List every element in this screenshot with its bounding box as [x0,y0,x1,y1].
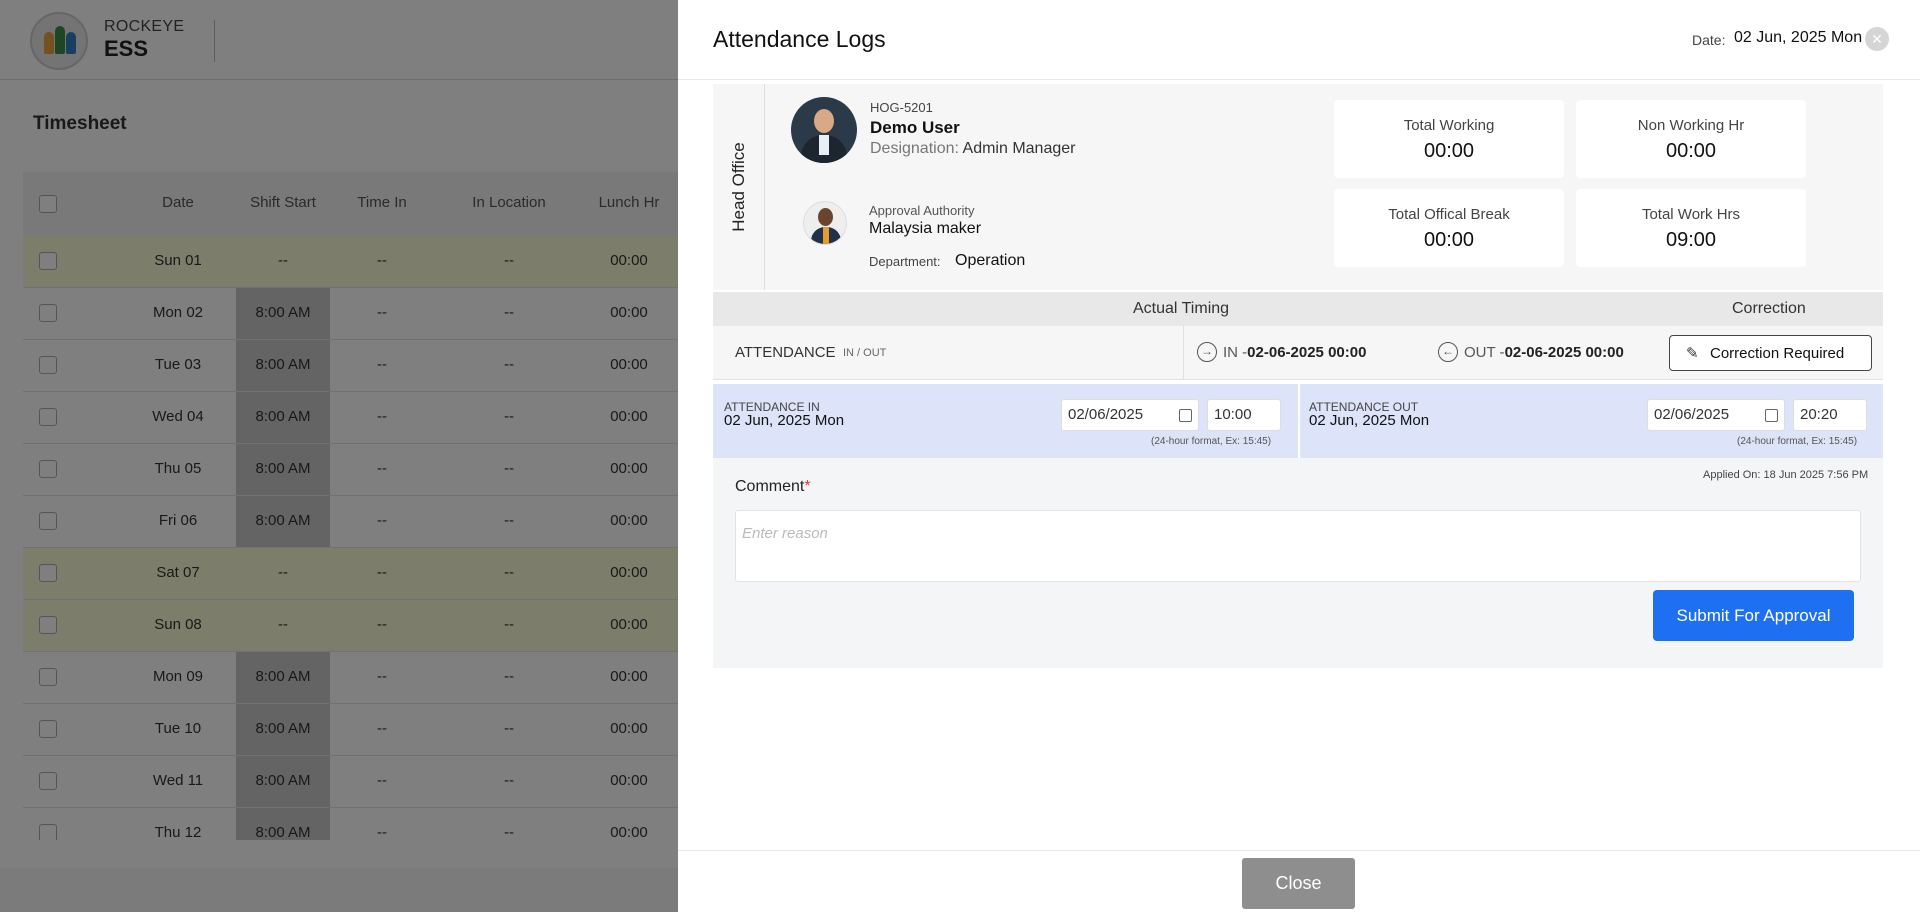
date-input-value: 02/06/2025 [1654,406,1730,423]
comment-textarea[interactable]: Enter reason [735,510,1861,582]
correction-button-label: Correction Required [1710,344,1845,362]
approval-authority-label: Approval Authority [869,203,975,218]
in-value: 02-06-2025 00:00 [1247,344,1367,361]
stat-non-working-hr: Non Working Hr 00:00 [1576,100,1806,178]
comment-placeholder: Enter reason [742,525,828,542]
timing-header: Actual Timing Correction [713,292,1883,326]
attendance-in-date-input[interactable]: 02/06/2025 [1061,399,1199,431]
stat-label: Total Working [1403,117,1495,134]
pencil-icon: ✎ [1686,345,1699,362]
edit-row-separator [1298,384,1300,458]
date-value: 02 Jun, 2025 Mon [1734,29,1863,46]
required-mark: * [804,478,811,495]
employee-name: Demo User [870,118,960,137]
comment-section: Applied On: 18 Jun 2025 7:56 PM Comment*… [713,458,1883,668]
modal-title: Attendance Logs [713,26,886,52]
format-hint: (24-hour format, Ex: 15:45) [1151,436,1272,447]
department-group-label: Head Office [713,84,765,290]
format-hint: (24-hour format, Ex: 15:45) [1737,436,1858,447]
in-prefix: IN - [1223,344,1248,361]
employee-avatar [791,97,857,163]
department-group-text: Head Office [729,142,748,232]
attendance-row: ATTENDANCE IN / OUT → IN -02-06-2025 00:… [713,326,1883,380]
stat-label: Total Work Hrs [1641,206,1741,223]
submit-for-approval-button[interactable]: Submit For Approval [1653,590,1854,641]
attendance-logs-modal: Attendance Logs Date: 02 Jun, 2025 Mon ✕… [678,0,1920,912]
time-input-value: 10:00 [1214,406,1252,423]
attendance-in-time-input[interactable]: 10:00 [1207,399,1281,431]
applied-on-text: Applied On: 18 Jun 2025 7:56 PM [1703,469,1869,481]
calendar-icon[interactable] [1179,409,1192,422]
approver-avatar [803,201,847,245]
attendance-sub-label: IN / OUT [843,347,887,359]
department-value: Operation [955,252,1026,269]
correction-edit-row: ATTENDANCE IN 02 Jun, 2025 Mon 02/06/202… [713,384,1883,458]
out-value: 02-06-2025 00:00 [1504,344,1624,361]
employee-code: HOG-5201 [870,100,933,115]
stat-value: 00:00 [1423,140,1475,162]
comment-label-text: Comment [735,478,805,495]
attendance-in-date-display: 02 Jun, 2025 Mon [724,412,845,429]
designation-label: Designation: [870,140,959,157]
actual-in-time: IN -02-06-2025 00:00 [1223,344,1366,361]
actual-out-time: OUT -02-06-2025 00:00 [1464,344,1624,361]
department-label: Department: [869,254,941,269]
correction-label: Correction [1732,300,1806,317]
attendance-out-date-input[interactable]: 02/06/2025 [1647,399,1785,431]
stat-value: 09:00 [1665,229,1717,251]
modal-header: Attendance Logs Date: 02 Jun, 2025 Mon ✕ [678,0,1920,80]
stat-value: 00:00 [1665,140,1717,162]
attendance-out-time-input[interactable]: 20:20 [1793,399,1867,431]
date-label: Date: [1692,32,1726,48]
stat-label: Total Offical Break [1388,206,1510,223]
close-icon[interactable]: ✕ [1865,27,1889,51]
close-button[interactable]: Close [1242,858,1355,909]
employee-card: Head Office HOG-5201 Demo User Designati… [713,84,1883,290]
actual-timing-label: Actual Timing [1133,300,1230,317]
designation-value: Admin Manager [962,140,1076,157]
modal-footer: Close [678,850,1920,912]
stat-total-work-hrs: Total Work Hrs 09:00 [1576,189,1806,267]
out-prefix: OUT - [1464,344,1505,361]
attendance-label: ATTENDANCE [735,344,836,361]
stat-label: Non Working Hr [1637,117,1745,134]
comment-label: Comment* [735,478,811,496]
correction-required-button[interactable]: ✎ Correction Required [1669,335,1872,371]
calendar-icon[interactable] [1765,409,1778,422]
sign-out-icon: ← [1438,342,1458,362]
stat-value: 00:00 [1423,229,1475,251]
sign-in-icon: → [1197,342,1217,362]
time-input-value: 20:20 [1800,406,1838,423]
stat-total-official-break: Total Offical Break 00:00 [1334,189,1564,267]
approval-authority-name: Malaysia maker [869,220,982,237]
attendance-out-date-display: 02 Jun, 2025 Mon [1309,412,1430,429]
attendance-separator [1183,326,1184,380]
date-input-value: 02/06/2025 [1068,406,1144,423]
employee-designation: Designation: Admin Manager [870,140,1075,158]
stat-total-working: Total Working 00:00 [1334,100,1564,178]
